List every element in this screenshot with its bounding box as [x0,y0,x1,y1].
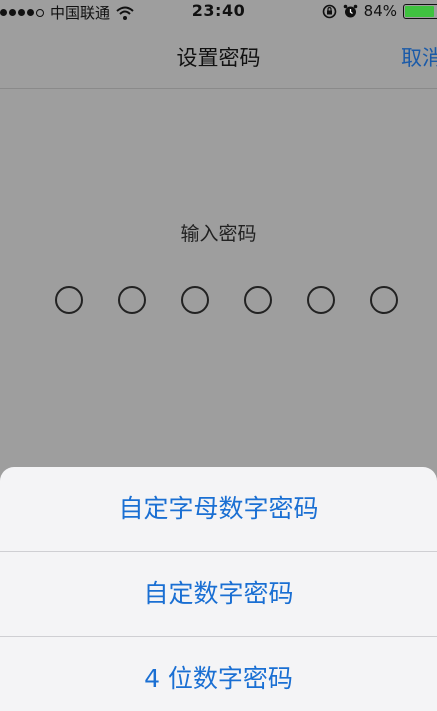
passcode-digit-circle [307,286,335,314]
status-right: 84% [322,2,437,20]
passcode-prompt: 输入密码 [180,223,257,245]
nav-bar: 设置密码 取消 [0,22,437,89]
option-4-digit-button[interactable]: 4 位数字密码 [0,637,437,711]
status-bar: 中国联通 23:40 84% [0,0,437,22]
passcode-options-sheet: 自定字母数字密码 自定数字密码 4 位数字密码 [0,467,437,711]
option-custom-numeric-button[interactable]: 自定数字密码 [0,552,437,636]
battery-percent: 84% [363,2,397,20]
page-title: 设置密码 [176,46,261,70]
battery-icon [403,3,437,19]
passcode-digit-circle [55,286,83,314]
alarm-icon [343,4,357,17]
passcode-digit-circle [181,286,209,314]
screen: 中国联通 23:40 84% 设置密码 取消 输入密码 自定字母数字密码 自定数… [0,0,437,711]
battery-fill [405,5,434,17]
passcode-digit-circle [244,286,272,314]
cancel-button[interactable]: 取消 [401,42,437,72]
orientation-lock-icon [322,4,336,18]
passcode-dots [55,286,405,314]
passcode-digit-circle [118,286,146,314]
passcode-digit-circle [370,286,398,314]
option-custom-alphanumeric-button[interactable]: 自定字母数字密码 [0,467,437,551]
